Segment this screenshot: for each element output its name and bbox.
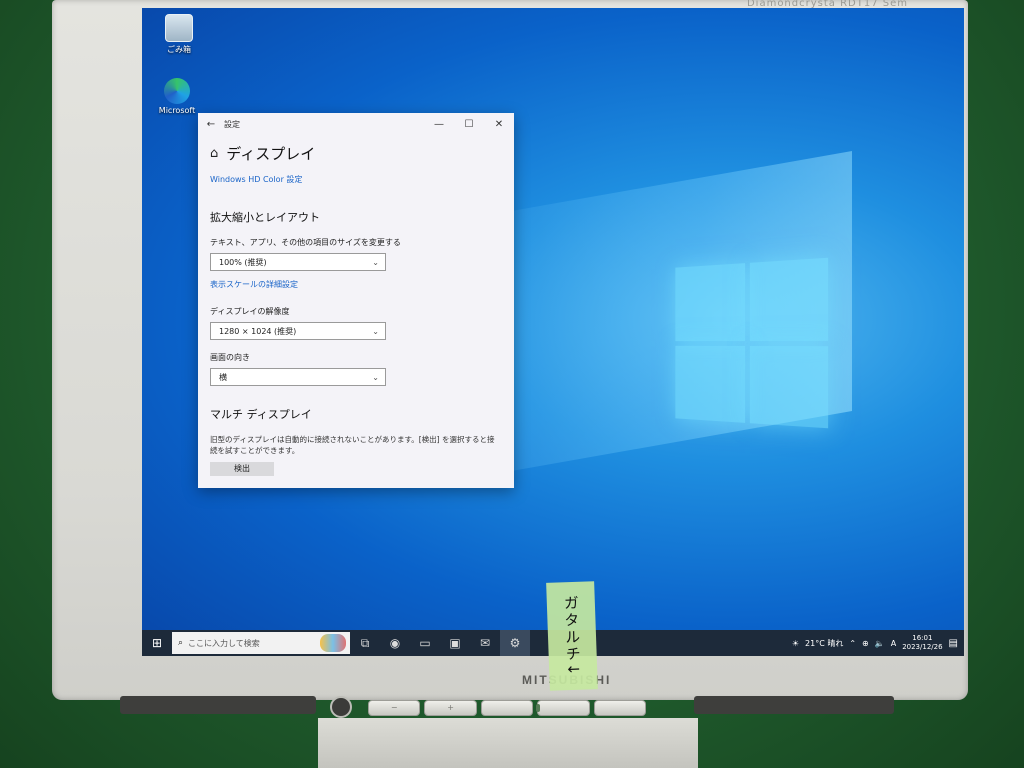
system-tray: ☀ 21°C 晴れ ⌃ ⊕ 🔈 A 16:01 2023/12/26 ▤ (792, 634, 964, 652)
monitor-minus-button[interactable]: − (368, 700, 421, 716)
monitor-select-button[interactable] (480, 700, 534, 716)
edge-icon (164, 78, 190, 104)
multi-display-note: 旧型のディスプレイは自動的に接続されないことがあります。[検出] を選択すると接… (210, 435, 495, 455)
monitor-bezel: Diamondcrysta RDT17 Sem ごみ箱 Microsoft ← … (52, 0, 968, 700)
resolution-dropdown[interactable]: 1280 × 1024 (推奨) ⌄ (210, 322, 386, 340)
desktop-icon-label: Microsoft (158, 106, 196, 115)
close-icon[interactable]: ✕ (484, 119, 514, 130)
taskbar-search[interactable]: ⌕ ここに入力して検索 (172, 632, 350, 654)
resolution-value: 1280 × 1024 (推奨) (219, 326, 297, 336)
desktop-icon-edge[interactable]: Microsoft (152, 78, 202, 115)
search-placeholder: ここに入力して検索 (188, 638, 260, 648)
chevron-down-icon: ⌄ (372, 372, 379, 382)
hd-color-link[interactable]: Windows HD Color 設定 (210, 174, 500, 185)
monitor-button-bar: − + (368, 700, 647, 716)
monitor-menu-button[interactable] (593, 700, 647, 716)
multi-display-heading: マルチ ディスプレイ (210, 408, 312, 421)
settings-window: ← 設定 — ☐ ✕ ⌂ ディスプレイ Windows HD Color 設定 … (198, 113, 514, 488)
windows-start-icon[interactable]: ⊞ (142, 636, 172, 650)
window-titlebar: ← 設定 — ☐ ✕ (198, 113, 514, 135)
chevron-down-icon: ⌄ (372, 326, 379, 336)
resolution-label: ディスプレイの解像度 (210, 307, 290, 316)
clock-date: 2023/12/26 (902, 643, 943, 651)
weather-icon[interactable]: ☀ (792, 639, 799, 648)
task-view-icon[interactable]: ⧉ (350, 636, 380, 651)
desktop-icon-label: ごみ箱 (167, 45, 191, 54)
settings-taskbar-icon[interactable]: ⚙ (500, 630, 530, 656)
ime-icon[interactable]: A (891, 639, 896, 648)
window-title: 設定 (224, 119, 240, 129)
scale-label: テキスト、アプリ、その他の項目のサイズを変更する (210, 238, 401, 247)
monitor-power-button[interactable] (537, 700, 590, 716)
detect-button[interactable]: 検出 (210, 462, 274, 476)
orientation-label: 画面の向き (210, 353, 250, 362)
home-icon[interactable]: ⌂ (210, 146, 218, 161)
monitor-plus-button[interactable]: + (424, 700, 477, 716)
power-led (536, 704, 540, 712)
orientation-dropdown[interactable]: 横 ⌄ (210, 368, 386, 386)
speaker-grille-right (694, 696, 894, 714)
tape-note: ガタルチ↓ (546, 581, 598, 691)
windows-logo (675, 257, 829, 429)
clock[interactable]: 16:01 2023/12/26 (902, 634, 942, 652)
page-title: ディスプレイ (226, 145, 316, 163)
chevron-down-icon: ⌄ (372, 257, 379, 267)
volume-icon[interactable]: 🔈 (875, 639, 885, 648)
scale-dropdown[interactable]: 100% (推奨) ⌄ (210, 253, 386, 271)
desktop-icon-recycle-bin[interactable]: ごみ箱 (154, 14, 204, 55)
notification-icon[interactable]: ▤ (949, 638, 958, 649)
orientation-value: 横 (219, 372, 227, 382)
mail-icon[interactable]: ✉ (470, 636, 500, 650)
search-highlight-icon (320, 634, 346, 652)
store-icon[interactable]: ▣ (440, 636, 470, 650)
chevron-up-icon[interactable]: ⌃ (849, 639, 856, 648)
clock-time: 16:01 (912, 634, 933, 642)
headphone-jack (330, 696, 352, 718)
recycle-bin-icon (165, 14, 193, 42)
minimize-icon[interactable]: — (424, 119, 454, 130)
file-explorer-icon[interactable]: ▭ (410, 636, 440, 650)
scale-section-heading: 拡大縮小とレイアウト (210, 211, 320, 224)
monitor-stand (318, 718, 698, 768)
speaker-grille-left (120, 696, 316, 714)
search-icon: ⌕ (178, 638, 184, 648)
weather-text[interactable]: 21°C 晴れ (805, 638, 843, 649)
advanced-scale-link[interactable]: 表示スケールの詳細設定 (210, 279, 500, 290)
network-icon[interactable]: ⊕ (862, 639, 869, 648)
scale-value: 100% (推奨) (219, 257, 267, 267)
maximize-icon[interactable]: ☐ (454, 119, 484, 130)
back-arrow-icon[interactable]: ← (198, 119, 224, 130)
edge-taskbar-icon[interactable]: ◉ (380, 636, 410, 650)
monitor-screen: ごみ箱 Microsoft ← 設定 — ☐ ✕ ⌂ ディスプレイ Window… (142, 8, 964, 656)
